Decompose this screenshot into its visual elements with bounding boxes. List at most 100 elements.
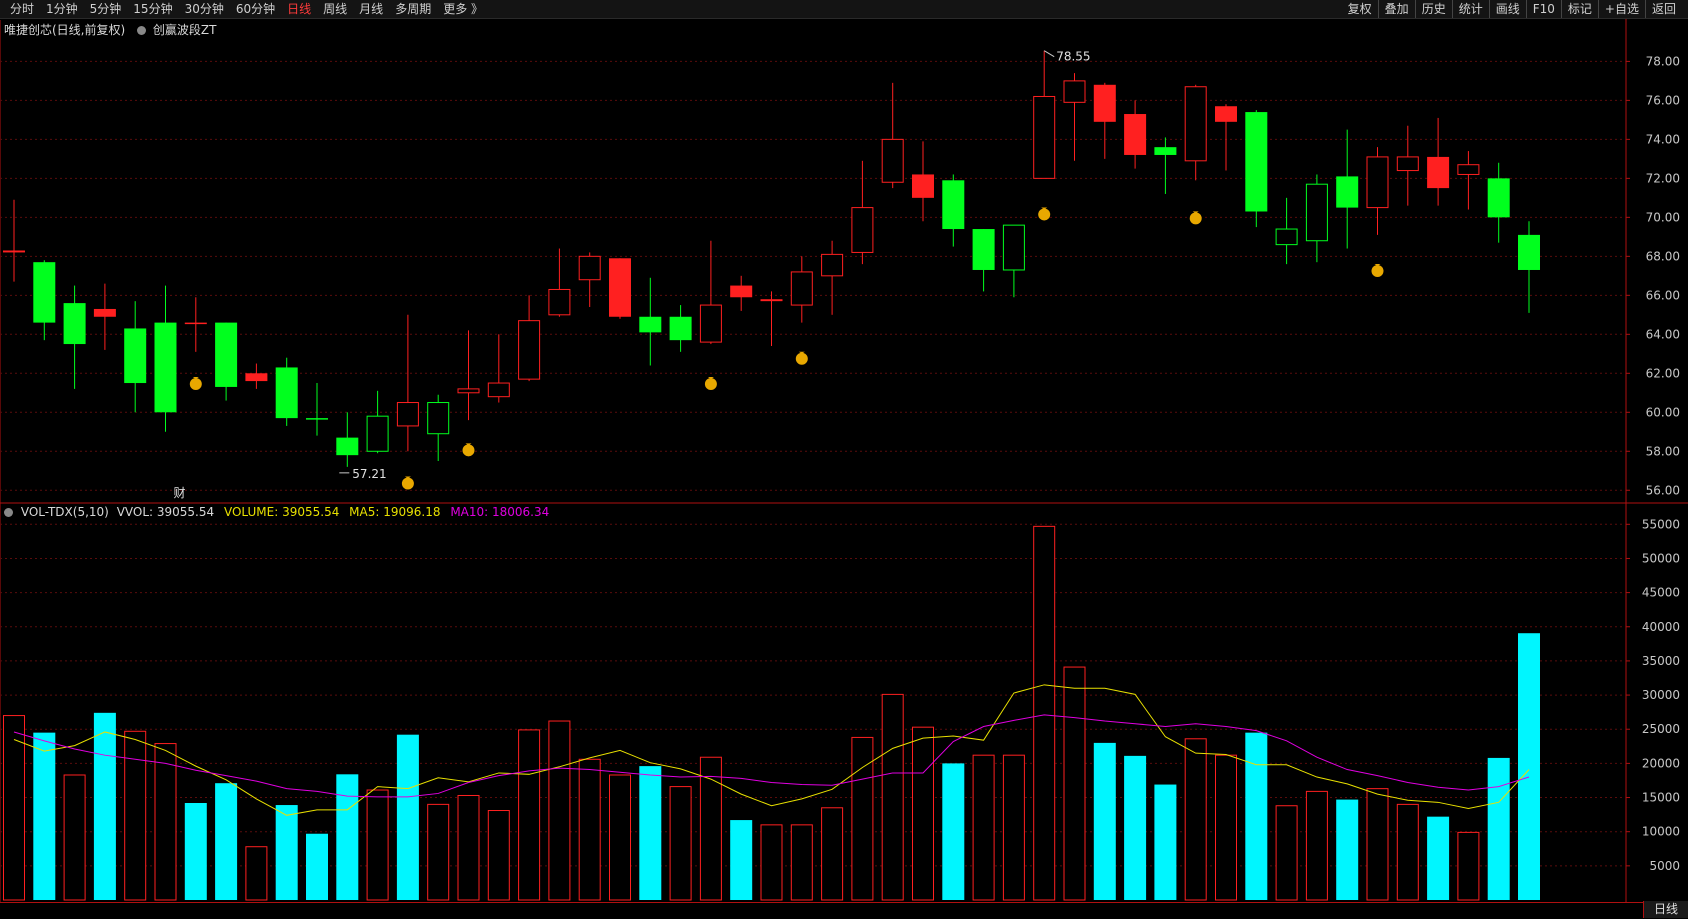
volume-bar — [1275, 805, 1298, 901]
period-tab-0[interactable]: 分时 — [4, 0, 40, 18]
money-bag-icon — [795, 352, 808, 365]
candle-body — [1093, 84, 1116, 122]
stock-chart[interactable]: 56.00 58.00 60.00 62.00 64.00 66.00 68.00 70.00… — [0, 19, 1688, 919]
money-bag-icon — [704, 378, 717, 391]
indicator-toggle-icon[interactable] — [137, 26, 147, 35]
volume-bar — [306, 833, 328, 900]
volume-title-line: VOL-TDX(5,10) VVOL: 39055.54 VOLUME: 390… — [4, 505, 549, 519]
menu-item-3[interactable]: 统计 — [1451, 0, 1489, 18]
candle-body — [275, 367, 298, 419]
volume-toggle-icon[interactable] — [4, 508, 13, 517]
volume-bar — [578, 758, 601, 901]
candle-body — [124, 328, 147, 384]
candle-body — [1457, 164, 1480, 175]
period-tab-10[interactable]: 更多 》 — [437, 0, 489, 18]
period-tab-6[interactable]: 日线 — [281, 0, 317, 18]
volume-bar — [881, 693, 904, 901]
money-bag-icon — [1189, 212, 1202, 225]
candle-body — [1124, 114, 1147, 155]
candle-body — [1396, 156, 1419, 172]
vvol-value: VVOL: 39055.54 — [116, 505, 215, 519]
candle-body — [154, 322, 177, 413]
menu-item-6[interactable]: 标记 — [1560, 0, 1598, 18]
volume-bar — [548, 720, 571, 901]
volume-bar — [1427, 816, 1450, 900]
volume-bar — [33, 732, 56, 900]
menu-item-2[interactable]: 历史 — [1414, 0, 1452, 18]
volume-bar — [124, 730, 147, 901]
volume-bar — [790, 824, 813, 901]
candle-body — [184, 322, 207, 325]
volume-bar — [396, 734, 419, 900]
period-tabs: 分时 1分钟 5分钟 15分钟 30分钟 60分钟 日线 周线 月线 多周期 更多 》 — [4, 0, 489, 18]
price-tick-label: 68.00 — [1646, 249, 1680, 263]
candle-body — [33, 262, 56, 323]
candle-body — [1063, 80, 1086, 103]
candle-body — [1275, 228, 1298, 246]
menu-item-1[interactable]: 叠加 — [1377, 0, 1415, 18]
volume-tick-label: 10000 — [1642, 825, 1680, 839]
volume-tick-label: 45000 — [1642, 586, 1680, 600]
money-bag-icon — [1038, 208, 1051, 221]
menu-item-8[interactable]: 返回 — [1644, 0, 1682, 18]
volume-bar — [942, 763, 965, 900]
price-tick-label: 58.00 — [1646, 444, 1680, 458]
candle-body — [518, 320, 541, 380]
volume-indicator-name: VOL-TDX(5,10) — [20, 505, 109, 519]
menu-item-5[interactable]: F10 — [1525, 0, 1561, 18]
period-tab-9[interactable]: 多周期 — [389, 0, 437, 18]
period-tab-2[interactable]: 5分钟 — [84, 0, 128, 18]
volume-tick-label: 35000 — [1642, 654, 1680, 668]
candle-body — [245, 373, 268, 382]
stock-name: 唯捷创芯(日线,前复权) — [4, 23, 126, 37]
period-tab-4[interactable]: 30分钟 — [179, 0, 230, 18]
candle-body — [1033, 95, 1056, 179]
candle-body — [972, 229, 995, 270]
menu-item-4[interactable]: 画线 — [1488, 0, 1526, 18]
price-tick-label: 76.00 — [1646, 93, 1680, 107]
volume-bar — [1002, 754, 1025, 901]
period-tab-1[interactable]: 1分钟 — [40, 0, 84, 18]
volume-bar — [912, 726, 934, 901]
volume-tick-label: 40000 — [1642, 620, 1680, 634]
period-tab-5[interactable]: 60分钟 — [230, 0, 281, 18]
indicator-name: 创赢波段ZT — [152, 23, 217, 37]
candle-body — [1427, 156, 1450, 189]
candle-body — [1366, 156, 1389, 209]
price-tick-label: 66.00 — [1646, 288, 1680, 302]
period-tab-3[interactable]: 15分钟 — [127, 0, 178, 18]
period-tab-8[interactable]: 月线 — [353, 0, 389, 18]
volume-bar — [851, 736, 874, 901]
candle-body — [306, 418, 328, 420]
cai-label: 财 — [174, 486, 186, 500]
candle-body — [93, 308, 116, 317]
price-tick-label: 62.00 — [1646, 366, 1680, 380]
volume-bar — [639, 766, 662, 900]
menu-item-7[interactable]: +自选 — [1597, 0, 1645, 18]
menu-item-0[interactable]: 复权 — [1342, 0, 1378, 18]
volume-bar — [1487, 757, 1510, 900]
money-bag-icon — [401, 477, 414, 490]
candle-body — [548, 288, 571, 316]
volume-bar — [245, 846, 268, 901]
candle-body — [639, 316, 662, 333]
candle-body — [942, 180, 965, 230]
volume-bar — [669, 786, 692, 901]
volume-tick-label: 55000 — [1642, 517, 1680, 531]
price-tick-label: 72.00 — [1646, 171, 1680, 185]
volume-bar — [1124, 755, 1147, 900]
period-tab-7[interactable]: 周线 — [317, 0, 353, 18]
volume-bar — [1366, 788, 1389, 901]
high-marker — [1043, 50, 1055, 58]
volume-bar — [1093, 742, 1116, 900]
candle-body — [1002, 224, 1025, 271]
volume-bar — [184, 803, 207, 900]
candle-body — [457, 388, 480, 394]
candle-body — [1154, 147, 1177, 155]
price-tick-label: 70.00 — [1646, 210, 1680, 224]
volume-bar — [1033, 525, 1056, 901]
candle-body — [3, 250, 25, 253]
candle-body — [821, 253, 844, 277]
volume-bar — [518, 729, 541, 901]
volume-bar — [366, 789, 389, 901]
